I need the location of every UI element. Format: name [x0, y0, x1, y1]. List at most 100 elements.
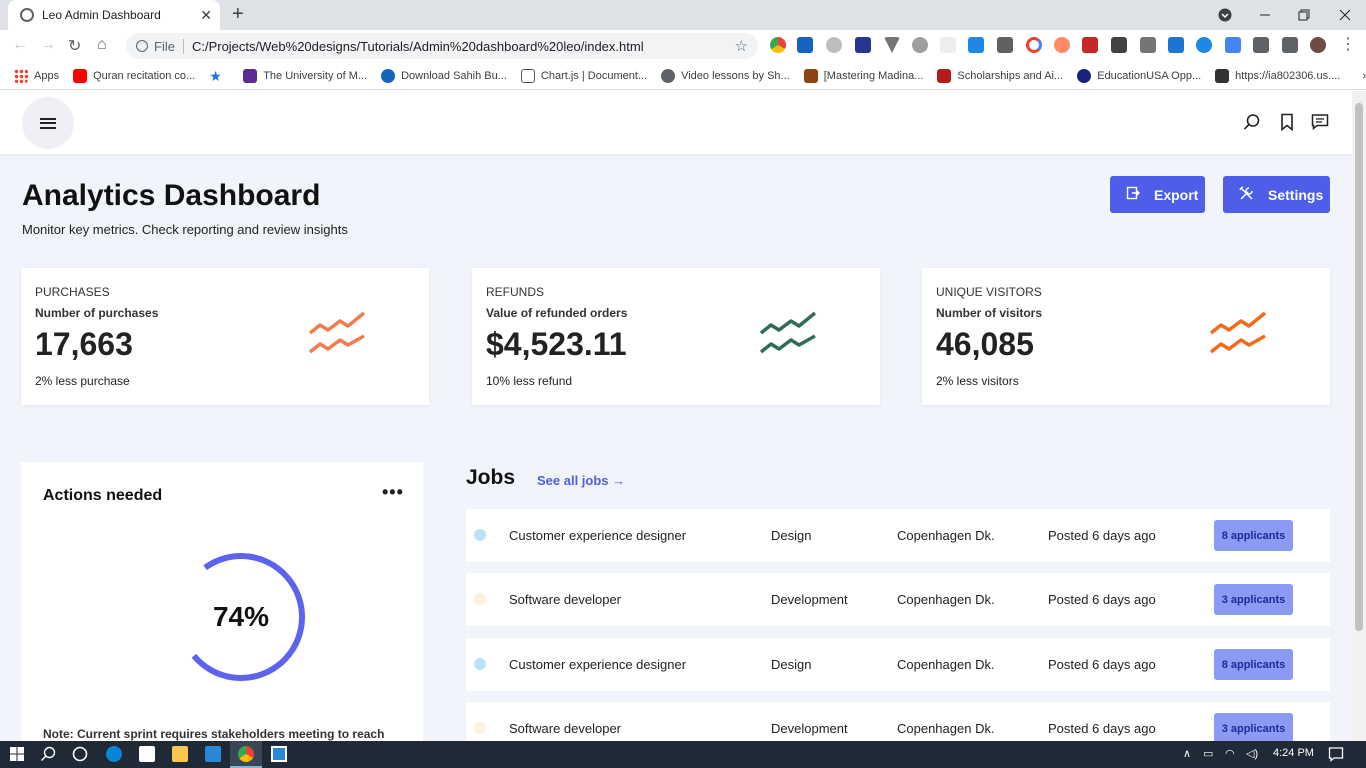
stat-card-refunds: REFUNDS Value of refunded orders $4,523.…: [472, 268, 880, 405]
job-row[interactable]: Software developer Development Copenhage…: [466, 702, 1330, 741]
bookmark-item[interactable]: https://ia802306.us....: [1215, 68, 1340, 83]
trend-icon: [308, 311, 366, 354]
wifi-icon[interactable]: ◠: [1225, 747, 1235, 760]
extension-icon[interactable]: [1168, 37, 1184, 53]
extension-icon[interactable]: [1082, 37, 1098, 53]
reload-icon[interactable]: ↻: [68, 36, 81, 56]
applicants-badge[interactable]: 8 applicants: [1214, 520, 1293, 551]
extension-color-icon[interactable]: [770, 37, 786, 53]
browser-tab[interactable]: Leo Admin Dashboard ✕: [8, 0, 220, 30]
university-icon: [243, 68, 258, 83]
bookmark-item[interactable]: ★: [209, 69, 229, 83]
export-button[interactable]: Export: [1110, 176, 1205, 213]
job-posted: Posted 6 days ago: [1048, 592, 1156, 607]
mail-icon[interactable]: [205, 746, 221, 762]
globe-icon: [20, 8, 34, 22]
info-icon[interactable]: [136, 40, 148, 52]
hamburger-menu-button[interactable]: [22, 97, 74, 149]
stat-card-purchases: PURCHASES Number of purchases 17,663 2% …: [21, 268, 429, 405]
extension-icon[interactable]: [1054, 37, 1070, 53]
extension-fx-icon[interactable]: [1111, 37, 1127, 53]
page-scrollbar[interactable]: [1352, 91, 1366, 741]
extension-v-icon[interactable]: [884, 37, 900, 53]
battery-icon[interactable]: ▭: [1203, 747, 1213, 760]
job-department: Design: [771, 657, 812, 672]
bookmark-item[interactable]: EducationUSA Opp...: [1077, 68, 1201, 83]
media-icon[interactable]: [1282, 37, 1298, 53]
back-icon[interactable]: ←: [12, 36, 28, 54]
settings-button[interactable]: Settings: [1223, 176, 1330, 213]
more-options-button[interactable]: •••: [382, 482, 404, 503]
job-department: Development: [771, 592, 848, 607]
notifications-icon[interactable]: [1328, 746, 1344, 762]
see-all-jobs-link[interactable]: See all jobs →: [537, 473, 625, 488]
extension-s-icon[interactable]: [968, 37, 984, 53]
youtube-icon: [73, 68, 88, 83]
forward-icon[interactable]: →: [40, 36, 56, 54]
address-bar[interactable]: File C:/Projects/Web%20designs/Tutorials…: [126, 33, 758, 59]
clock[interactable]: 4:24 PM: [1273, 747, 1314, 759]
star-icon[interactable]: ☆: [735, 37, 748, 55]
more-bookmarks-button[interactable]: »: [1362, 70, 1366, 82]
apps-grid-icon: [14, 68, 28, 83]
applicants-badge[interactable]: 3 applicants: [1214, 584, 1293, 615]
restore-icon[interactable]: [1298, 0, 1310, 30]
extension-icon[interactable]: [1140, 37, 1156, 53]
extension-c-icon[interactable]: [1026, 37, 1042, 53]
minimize-icon[interactable]: [1259, 0, 1271, 30]
bookmark-item[interactable]: Video lessons by Sh...: [661, 68, 790, 83]
volume-icon[interactable]: ◁): [1246, 747, 1258, 760]
job-location: Copenhagen Dk.: [897, 528, 995, 543]
avatar[interactable]: [1310, 37, 1326, 53]
tray-chevron-icon[interactable]: ∧: [1183, 747, 1191, 760]
bookmark-item[interactable]: The University of M...: [243, 68, 367, 83]
bookmark-item[interactable]: Chart.js | Document...: [520, 68, 647, 83]
search-icon[interactable]: [40, 746, 56, 762]
puzzle-icon[interactable]: [1253, 37, 1269, 53]
search-icon[interactable]: [1243, 113, 1261, 131]
home-icon[interactable]: ⌂: [97, 36, 107, 54]
job-row[interactable]: Customer experience designer Design Cope…: [466, 509, 1330, 562]
close-window-icon[interactable]: [1339, 0, 1351, 30]
job-row[interactable]: Customer experience designer Design Cope…: [466, 638, 1330, 691]
new-tab-button[interactable]: +: [232, 3, 244, 26]
stat-card-value: 46,085: [936, 326, 1034, 362]
edge-icon[interactable]: [106, 746, 122, 762]
extension-news-icon[interactable]: [797, 37, 813, 53]
bookmark-item[interactable]: [Mastering Madina...: [803, 68, 923, 83]
extension-icon[interactable]: [912, 37, 928, 53]
bookmark-item[interactable]: Apps: [14, 68, 59, 83]
extension-icon[interactable]: [826, 37, 842, 53]
chat-icon[interactable]: [1311, 113, 1329, 131]
stat-card-label: UNIQUE VISITORS: [936, 285, 1042, 299]
applicants-badge[interactable]: 8 applicants: [1214, 649, 1293, 680]
extension-icon[interactable]: [940, 37, 956, 53]
translate-icon[interactable]: [1225, 37, 1241, 53]
bookmark-item[interactable]: Scholarships and Ai...: [937, 68, 1063, 83]
extension-icon[interactable]: [1196, 37, 1212, 53]
bookmark-item[interactable]: Quran recitation co...: [73, 68, 195, 83]
chrome-taskbar-item[interactable]: [230, 741, 262, 768]
profile-menu-icon[interactable]: [1218, 0, 1232, 30]
file-explorer-icon[interactable]: [172, 746, 188, 762]
extension-icon[interactable]: [997, 37, 1013, 53]
windows-start-icon[interactable]: [9, 746, 25, 762]
bookmark-icon[interactable]: [1278, 113, 1296, 131]
close-tab-icon[interactable]: ✕: [200, 7, 212, 24]
bookmark-item[interactable]: Download Sahih Bu...: [381, 68, 507, 83]
browser-tabstrip: Leo Admin Dashboard ✕ +: [0, 0, 1366, 30]
browser-menu-icon[interactable]: ⋮: [1340, 34, 1356, 53]
stat-card-label: PURCHASES: [35, 285, 110, 299]
applicants-badge[interactable]: 3 applicants: [1214, 713, 1293, 741]
page-title: Analytics Dashboard: [22, 179, 321, 212]
store-icon[interactable]: [139, 746, 155, 762]
bookmark-site-icon: [803, 68, 818, 83]
extension-book-icon[interactable]: [855, 37, 871, 53]
job-row[interactable]: Software developer Development Copenhage…: [466, 573, 1330, 626]
cortana-icon[interactable]: [72, 746, 88, 762]
scrollbar-thumb[interactable]: [1355, 103, 1363, 631]
stat-card-note: 2% less purchase: [35, 374, 130, 388]
page-subtitle: Monitor key metrics. Check reporting and…: [22, 222, 348, 237]
actions-needed-panel: Actions needed ••• 74% Note: Current spr…: [21, 462, 423, 741]
app-icon[interactable]: [271, 746, 287, 762]
